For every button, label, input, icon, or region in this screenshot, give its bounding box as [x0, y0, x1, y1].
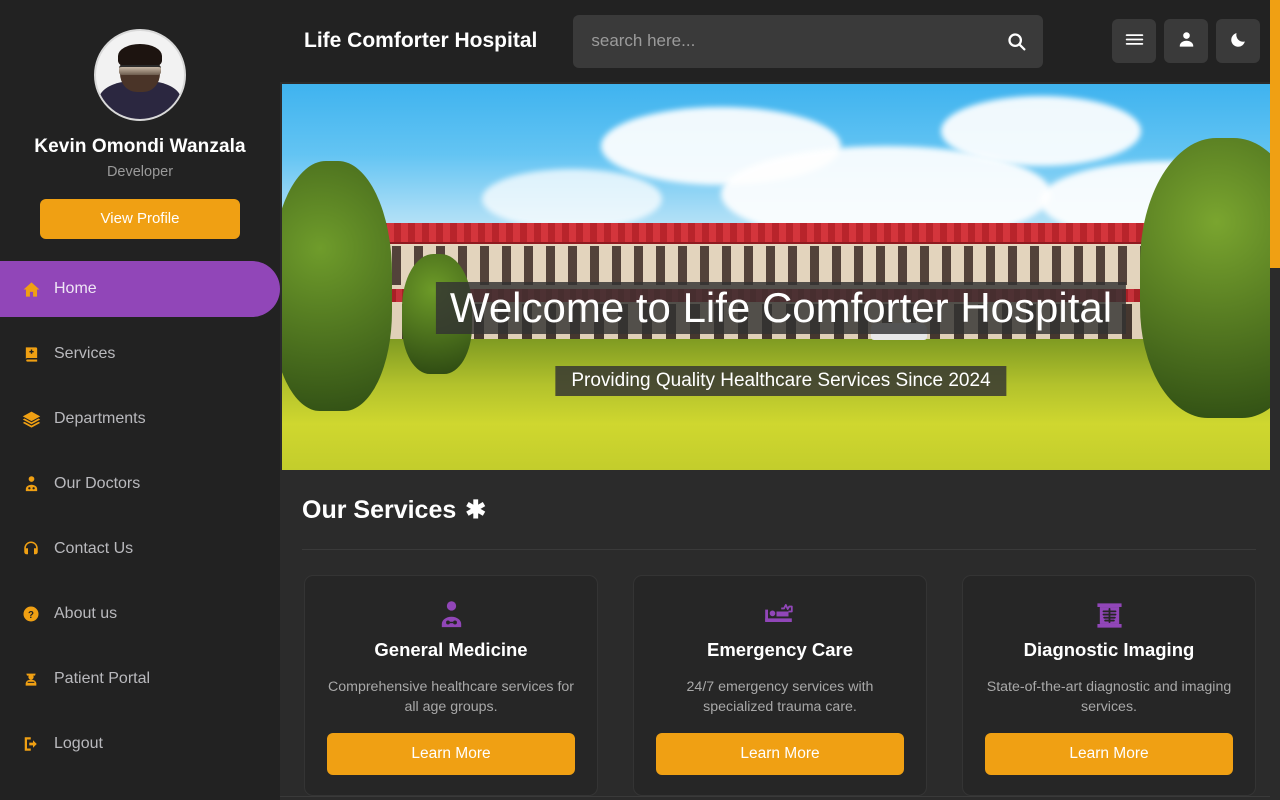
page-title: Life Comforter Hospital [304, 29, 538, 52]
medical-book-icon [14, 346, 48, 363]
user-nurse-icon [14, 670, 48, 688]
view-profile-button[interactable]: View Profile [40, 199, 240, 239]
service-card-title: Diagnostic Imaging [1023, 639, 1195, 660]
sidebar-item-about-us[interactable]: ? About us [0, 586, 280, 642]
profile-block: Kevin Omondi Wanzala Developer View Prof… [0, 20, 280, 239]
profile-role: Developer [106, 164, 174, 180]
user-md-icon [14, 475, 48, 493]
profile-name: Kevin Omondi Wanzala [34, 136, 246, 157]
footer: © 2024 Life Comforter Hospital. All Righ… [280, 796, 1280, 800]
hero-title-band: Welcome to Life Comforter Hospital [435, 281, 1127, 334]
layers-icon [14, 410, 48, 429]
asterisk-icon: ✱ [465, 496, 487, 524]
sidebar-item-label: Our Doctors [54, 475, 141, 492]
service-card[interactable]: General Medicine Comprehensive healthcar… [304, 575, 598, 797]
hero-title: Welcome to Life Comforter Hospital [449, 283, 1113, 331]
service-card[interactable]: Diagnostic Imaging State-of-the-art diag… [962, 575, 1256, 797]
services-section: Our Services ✱ General Medicine Comprehe… [280, 470, 1280, 797]
sidebar-item-label: Home [54, 280, 97, 297]
service-cards: General Medicine Comprehensive healthcar… [304, 550, 1256, 797]
home-icon [14, 280, 48, 299]
section-heading: Our Services ✱ [302, 470, 1256, 550]
service-card-description: Comprehensive healthcare services for al… [327, 679, 575, 716]
service-card-title: General Medicine [374, 639, 528, 660]
hero-banner: Welcome to Life Comforter Hospital Provi… [282, 84, 1280, 470]
learn-more-button[interactable]: Learn More [656, 733, 904, 776]
sidebar-item-label: Services [54, 345, 116, 362]
user-md-icon [436, 600, 467, 631]
sidebar-item-logout[interactable]: Logout [0, 716, 280, 772]
sidebar-item-our-doctors[interactable]: Our Doctors [0, 456, 280, 512]
main-area: Life Comforter Hospital search here... W… [280, 0, 1280, 800]
user-icon [1177, 30, 1196, 52]
service-card-description: 24/7 emergency services with specialized… [686, 679, 874, 716]
search-input[interactable] [591, 31, 1004, 51]
headset-icon [14, 540, 48, 558]
learn-more-button[interactable]: Learn More [327, 733, 575, 776]
service-card[interactable]: Emergency Care 24/7 emergency services w… [633, 575, 927, 797]
scrollbar[interactable] [1270, 0, 1280, 800]
hospital-bed-pulse-icon [764, 600, 797, 631]
xray-icon [1095, 600, 1124, 631]
sidebar-item-label: Patient Portal [54, 670, 151, 687]
learn-more-button[interactable]: Learn More [985, 733, 1233, 776]
hero-subtitle-band: Providing Quality Healthcare Services Si… [555, 366, 1007, 397]
hamburger-icon [1124, 29, 1145, 53]
question-circle-icon: ? [14, 605, 48, 623]
sidebar-item-label: Contact Us [54, 540, 134, 557]
service-card-title: Emergency Care [706, 639, 854, 660]
sidebar-item-patient-portal[interactable]: Patient Portal [0, 651, 280, 707]
search-icon[interactable] [1003, 28, 1029, 54]
sidebar-item-label: Departments [54, 410, 146, 427]
sidebar-item-home[interactable]: Home [0, 261, 280, 317]
service-card-description: State-of-the-art diagnostic and imaging … [986, 679, 1232, 716]
sidebar: Kevin Omondi Wanzala Developer View Prof… [0, 0, 280, 800]
section-heading-text: Our Services [302, 496, 457, 524]
menu-button[interactable] [1112, 19, 1156, 63]
avatar [94, 29, 186, 121]
svg-text:?: ? [28, 610, 34, 621]
search-bar[interactable] [573, 14, 1044, 68]
header: Life Comforter Hospital [280, 0, 1280, 82]
user-button[interactable] [1164, 19, 1208, 63]
sidebar-item-contact-us[interactable]: Contact Us [0, 521, 280, 577]
header-actions [1112, 19, 1260, 63]
sidebar-nav: Home Services Departments Our Doctors Co… [0, 261, 280, 772]
sidebar-item-label: Logout [54, 735, 103, 752]
sidebar-item-services[interactable]: Services [0, 326, 280, 382]
scrollbar-thumb[interactable] [1270, 0, 1280, 268]
moon-icon [1229, 30, 1248, 52]
sign-out-icon [14, 735, 48, 753]
dark-mode-button[interactable] [1216, 19, 1260, 63]
sidebar-item-departments[interactable]: Departments [0, 391, 280, 447]
sidebar-item-label: About us [54, 605, 118, 622]
hero-subtitle: Providing Quality Healthcare Services Si… [571, 370, 991, 392]
app-root: Kevin Omondi Wanzala Developer View Prof… [0, 0, 1280, 800]
